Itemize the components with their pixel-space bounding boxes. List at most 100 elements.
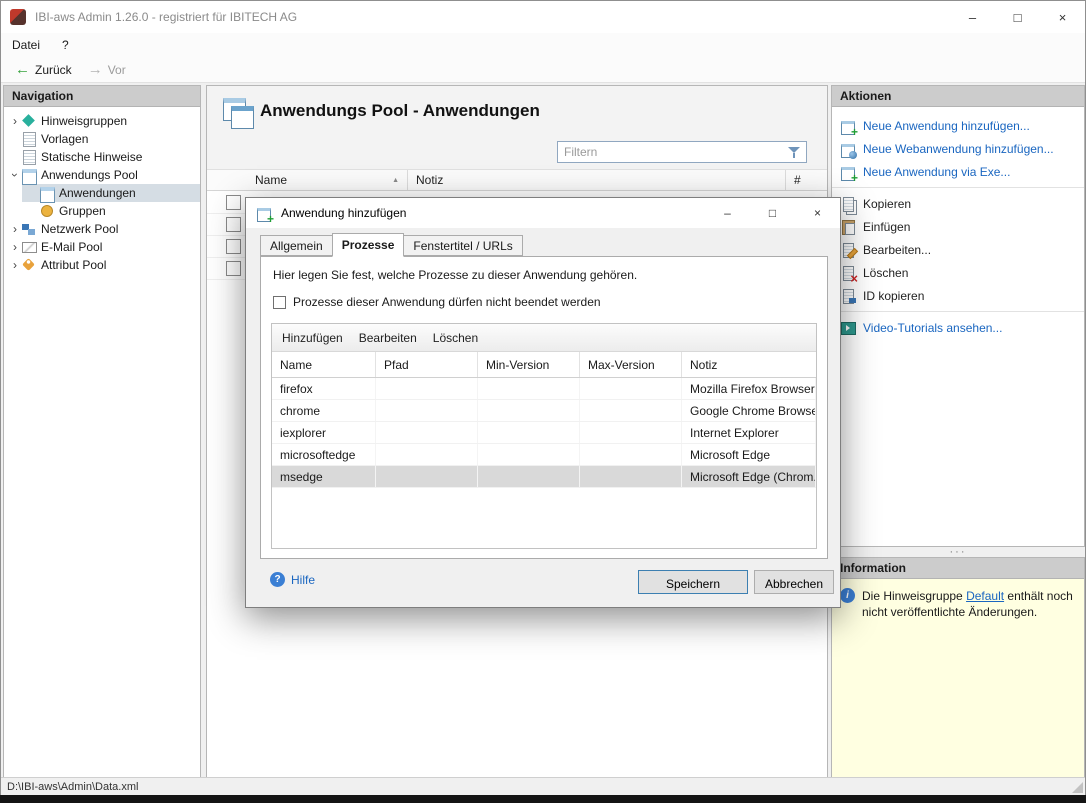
forward-label: Vor (108, 63, 126, 77)
back-arrow-icon: ← (15, 62, 30, 77)
process-row-iexplorer[interactable]: iexplorer Internet Explorer (272, 422, 816, 444)
information-panel: Information i Die Hinweisgruppe Default … (831, 557, 1085, 778)
action-delete[interactable]: Löschen (832, 261, 1084, 284)
actions-list: Neue Anwendung hinzufügen... Neue Webanw… (832, 107, 1084, 339)
cell-name: chrome (272, 400, 376, 421)
sidebar-item-anwendungen[interactable]: Anwendungen (4, 184, 200, 202)
action-edit[interactable]: Bearbeiten... (832, 238, 1084, 261)
action-new-web-application[interactable]: Neue Webanwendung hinzufügen... (832, 137, 1084, 160)
cell-pfad (376, 422, 478, 443)
action-label: Löschen (863, 266, 908, 280)
resize-grip[interactable] (1072, 782, 1083, 793)
chevron-right-icon[interactable]: › (8, 222, 22, 236)
paste-icon (840, 219, 856, 235)
column-header-name[interactable]: Name ▲ (247, 170, 407, 190)
add-process-button[interactable]: Hinzufügen (282, 331, 343, 345)
action-new-application[interactable]: Neue Anwendung hinzufügen... (832, 114, 1084, 137)
row-checkbox[interactable] (226, 195, 241, 210)
maximize-icon: □ (1014, 10, 1022, 25)
menu-help[interactable]: ? (51, 33, 80, 57)
column-label: Name (255, 173, 287, 187)
tab-allgemein[interactable]: Allgemein (260, 235, 333, 256)
column-header-max-version[interactable]: Max-Version (580, 352, 682, 377)
column-header-notiz[interactable]: Notiz (407, 170, 785, 190)
cancel-button[interactable]: Abbrechen (754, 570, 834, 594)
cell-name: firefox (272, 378, 376, 399)
information-text: Die Hinweisgruppe Default enthält noch n… (832, 579, 1084, 777)
action-copy[interactable]: Kopieren (832, 192, 1084, 215)
action-copy-id[interactable]: ID kopieren (832, 284, 1084, 307)
back-button[interactable]: ← Zurück (7, 60, 80, 79)
column-header-count[interactable]: # (785, 170, 827, 190)
maximize-button[interactable]: □ (995, 1, 1040, 33)
action-video-tutorials[interactable]: Video-Tutorials ansehen... (832, 316, 1084, 339)
edit-process-button[interactable]: Bearbeiten (359, 331, 417, 345)
action-label: Einfügen (863, 220, 910, 234)
app-window: IBI-aws Admin 1.26.0 - registriert für I… (0, 0, 1086, 795)
statische-hinweise-icon (22, 150, 36, 164)
action-paste[interactable]: Einfügen (832, 215, 1084, 238)
chevron-right-icon[interactable]: › (8, 240, 22, 254)
save-button[interactable]: Speichern (638, 570, 748, 594)
video-tutorials-icon (840, 320, 856, 336)
prozesse-tab-page: Hier legen Sie fest, welche Prozesse zu … (260, 256, 828, 559)
sidebar-item-label: Anwendungen (59, 186, 136, 200)
process-row-chrome[interactable]: chrome Google Chrome Browser (272, 400, 816, 422)
filter-input[interactable] (557, 141, 807, 163)
column-header-name[interactable]: Name (272, 352, 376, 377)
dialog-close-button[interactable]: × (795, 198, 840, 228)
cell-max-version (580, 422, 682, 443)
sidebar-item-hinweisgruppen[interactable]: › Hinweisgruppen (4, 112, 200, 130)
page-title: Anwendungs Pool - Anwendungen (260, 101, 540, 121)
sort-ascending-icon: ▲ (392, 177, 399, 184)
sidebar-item-anwendungs-pool[interactable]: › Anwendungs Pool (4, 166, 200, 184)
default-group-link[interactable]: Default (966, 589, 1004, 603)
minimize-button[interactable]: – (950, 1, 995, 33)
row-checkbox[interactable] (226, 217, 241, 232)
new-application-exe-icon (840, 164, 856, 180)
row-checkbox[interactable] (226, 261, 241, 276)
sidebar-item-vorlagen[interactable]: Vorlagen (4, 130, 200, 148)
action-label: Kopieren (863, 197, 911, 211)
cell-pfad (376, 400, 478, 421)
column-header-notiz[interactable]: Notiz (682, 352, 816, 377)
sidebar-item-netzwerk-pool[interactable]: › Netzwerk Pool (4, 220, 200, 238)
sidebar-item-label: Gruppen (59, 204, 106, 218)
chevron-right-icon[interactable]: › (8, 258, 22, 272)
cell-min-version (478, 444, 580, 465)
tab-prozesse[interactable]: Prozesse (332, 233, 405, 257)
process-row-msedge-selected[interactable]: msedge Microsoft Edge (Chrom... (272, 466, 816, 488)
tab-fenstertitel-urls[interactable]: Fenstertitel / URLs (403, 235, 522, 256)
forward-button[interactable]: → Vor (80, 60, 134, 79)
menu-datei[interactable]: Datei (1, 33, 51, 57)
action-new-application-via-exe[interactable]: Neue Anwendung via Exe... (832, 160, 1084, 183)
column-header-pfad[interactable]: Pfad (376, 352, 478, 377)
no-kill-checkbox-row[interactable]: Prozesse dieser Anwendung dürfen nicht b… (273, 295, 601, 309)
email-pool-icon (22, 240, 36, 254)
close-button[interactable]: × (1040, 1, 1085, 33)
sidebar-item-email-pool[interactable]: › E-Mail Pool (4, 238, 200, 256)
new-web-application-icon (840, 141, 856, 157)
column-header-min-version[interactable]: Min-Version (478, 352, 580, 377)
row-checkbox[interactable] (226, 239, 241, 254)
sidebar-item-label: Anwendungs Pool (41, 168, 138, 182)
menu-bar: Datei ? (1, 33, 1085, 57)
chevron-down-icon[interactable]: › (8, 168, 22, 182)
process-row-firefox[interactable]: firefox Mozilla Firefox Browser (272, 378, 816, 400)
sidebar-item-statische-hinweise[interactable]: Statische Hinweise (4, 148, 200, 166)
panel-splitter[interactable]: ··· (831, 547, 1085, 557)
sidebar-item-attribut-pool[interactable]: › Attribut Pool (4, 256, 200, 274)
process-row-microsoftedge[interactable]: microsoftedge Microsoft Edge (272, 444, 816, 466)
no-kill-checkbox[interactable] (273, 296, 286, 309)
dialog-minimize-button[interactable]: – (705, 198, 750, 228)
help-label: Hilfe (291, 573, 315, 587)
chevron-right-icon[interactable]: › (8, 114, 22, 128)
sidebar-item-gruppen[interactable]: Gruppen (4, 202, 200, 220)
dialog-maximize-button[interactable]: □ (750, 198, 795, 228)
help-link[interactable]: ? Hilfe (270, 572, 315, 587)
checkbox-label: Prozesse dieser Anwendung dürfen nicht b… (293, 295, 601, 309)
action-label: ID kopieren (863, 289, 924, 303)
title-bar: IBI-aws Admin 1.26.0 - registriert für I… (1, 1, 1085, 33)
delete-process-button[interactable]: Löschen (433, 331, 478, 345)
navigation-panel: Navigation › Hinweisgruppen Vorlagen Sta… (3, 85, 201, 778)
